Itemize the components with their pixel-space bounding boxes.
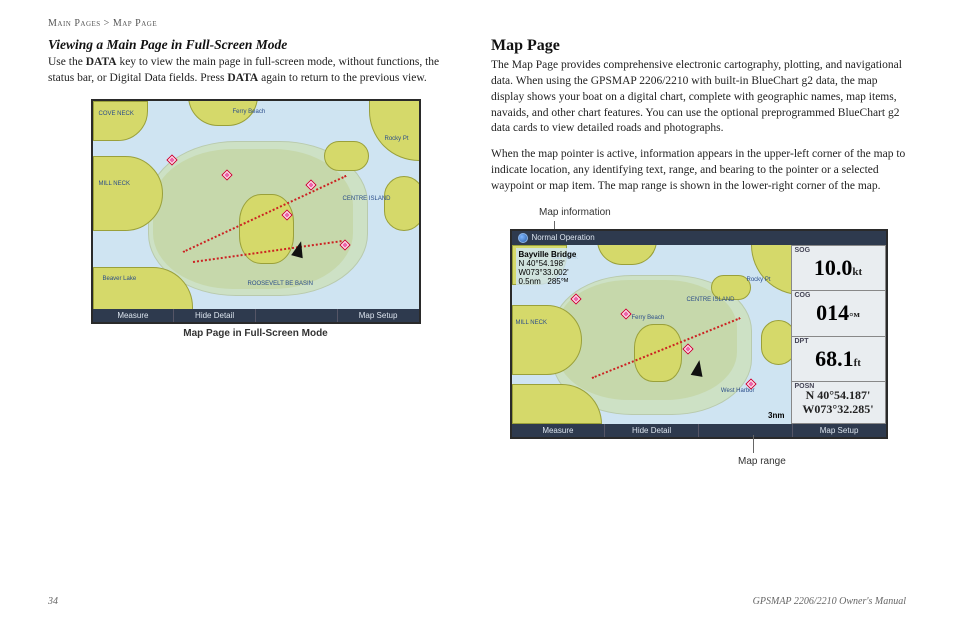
right-figure-block: Map information Normal Operation <box>491 205 906 467</box>
dpt-unit: ft <box>854 357 861 369</box>
boat-icon <box>690 359 705 377</box>
data-cell-cog: COG 014°ᴹ <box>791 290 886 336</box>
map-with-data-panel: Normal Operation <box>510 229 888 439</box>
dpt-label: DPT <box>795 338 809 345</box>
toolbar-hide-detail[interactable]: Hide Detail <box>605 424 699 437</box>
map-label: Ferry Beach <box>632 315 665 321</box>
sog-value: 10.0 <box>814 255 853 280</box>
info-title: Bayville Bridge <box>519 250 577 259</box>
posn-label: POSN <box>795 383 815 390</box>
cog-label: COG <box>795 292 811 299</box>
map-range: 3nm <box>768 411 784 420</box>
status-text: Normal Operation <box>532 233 595 242</box>
data-cell-sog: SOG 10.0kt <box>791 245 886 291</box>
right-column: Map Page The Map Page provides comprehen… <box>491 37 906 467</box>
map-toolbar: Measure Hide Detail Map Setup <box>93 309 419 322</box>
data-cell-dpt: DPT 68.1ft <box>791 336 886 382</box>
posn-lon: W073°32.285' <box>802 403 873 417</box>
map-label: MILL NECK <box>99 181 130 187</box>
map-label: CENTRE ISLAND <box>342 196 390 202</box>
map-label: MILL NECK <box>516 320 547 326</box>
map-toolbar: Measure Hide Detail Map Setup <box>512 424 886 437</box>
left-figure-caption: Map Page in Full-Screen Mode <box>48 328 463 339</box>
dpt-value: 68.1 <box>815 346 854 371</box>
satellite-icon <box>518 233 528 243</box>
cog-value: 014 <box>816 300 849 325</box>
map-fullscreen: COVE NECK MILL NECK CENTRE ISLAND Ferry … <box>91 99 421 324</box>
right-paragraph-2: When the map pointer is active, informat… <box>491 147 906 195</box>
info-distance: 0.5nm <box>519 277 541 286</box>
map-label: CENTRE ISLAND <box>687 297 735 303</box>
text-fragment: Use the <box>48 56 86 68</box>
map-label: Ferry Beach <box>233 109 266 115</box>
status-bar: Normal Operation <box>512 231 886 245</box>
map-label: ROOSEVELT BE BASIN <box>248 281 313 287</box>
toolbar-map-setup[interactable]: Map Setup <box>793 424 886 437</box>
sog-unit: kt <box>852 266 862 278</box>
page-footer: 34 GPSMAP 2206/2210 Owner's Manual <box>48 596 906 607</box>
map-label: Rocky Pt <box>384 136 408 142</box>
info-lon: W073°33.002' <box>519 268 577 277</box>
page-number: 34 <box>48 596 58 607</box>
data-key-2: DATA <box>227 72 258 84</box>
right-heading: Map Page <box>491 37 906 55</box>
annot-map-range: Map range <box>738 456 786 467</box>
annot-map-information: Map information <box>539 207 611 218</box>
toolbar-map-setup[interactable]: Map Setup <box>338 309 419 322</box>
posn-lat: N 40°54.187' <box>802 389 873 403</box>
toolbar-hide-detail[interactable]: Hide Detail <box>174 309 256 322</box>
right-paragraph-1: The Map Page provides comprehensive elec… <box>491 58 906 137</box>
info-lat: N 40°54.198' <box>519 259 577 268</box>
left-column: Viewing a Main Page in Full-Screen Mode … <box>48 37 463 467</box>
text-fragment: again to return to the previous view. <box>258 72 427 84</box>
info-bearing: 285°ᴹ <box>547 277 568 286</box>
map-label: Rocky Pt <box>746 277 770 283</box>
annot-leader-line <box>753 435 754 453</box>
breadcrumb: Main Pages > Map Page <box>48 18 906 29</box>
toolbar-blank <box>256 309 338 322</box>
toolbar-blank <box>699 424 793 437</box>
toolbar-measure[interactable]: Measure <box>512 424 606 437</box>
left-paragraph: Use the DATA key to view the main page i… <box>48 55 463 87</box>
doc-title: GPSMAP 2206/2210 Owner's Manual <box>753 596 906 607</box>
left-subheading: Viewing a Main Page in Full-Screen Mode <box>48 37 463 53</box>
sog-label: SOG <box>795 247 811 254</box>
map-label: COVE NECK <box>99 111 134 117</box>
data-key-1: DATA <box>86 56 117 68</box>
data-cell-posn: POSN N 40°54.187' W073°32.285' <box>791 381 886 423</box>
map-label: Beaver Lake <box>103 276 137 282</box>
cog-unit: °ᴹ <box>849 311 860 323</box>
data-panel: SOG 10.0kt COG 014°ᴹ DPT 68.1ft POSN <box>791 245 886 424</box>
left-figure: COVE NECK MILL NECK CENTRE ISLAND Ferry … <box>48 99 463 339</box>
toolbar-measure[interactable]: Measure <box>93 309 175 322</box>
map-info-overlay: Bayville Bridge N 40°54.198' W073°33.002… <box>516 248 580 288</box>
